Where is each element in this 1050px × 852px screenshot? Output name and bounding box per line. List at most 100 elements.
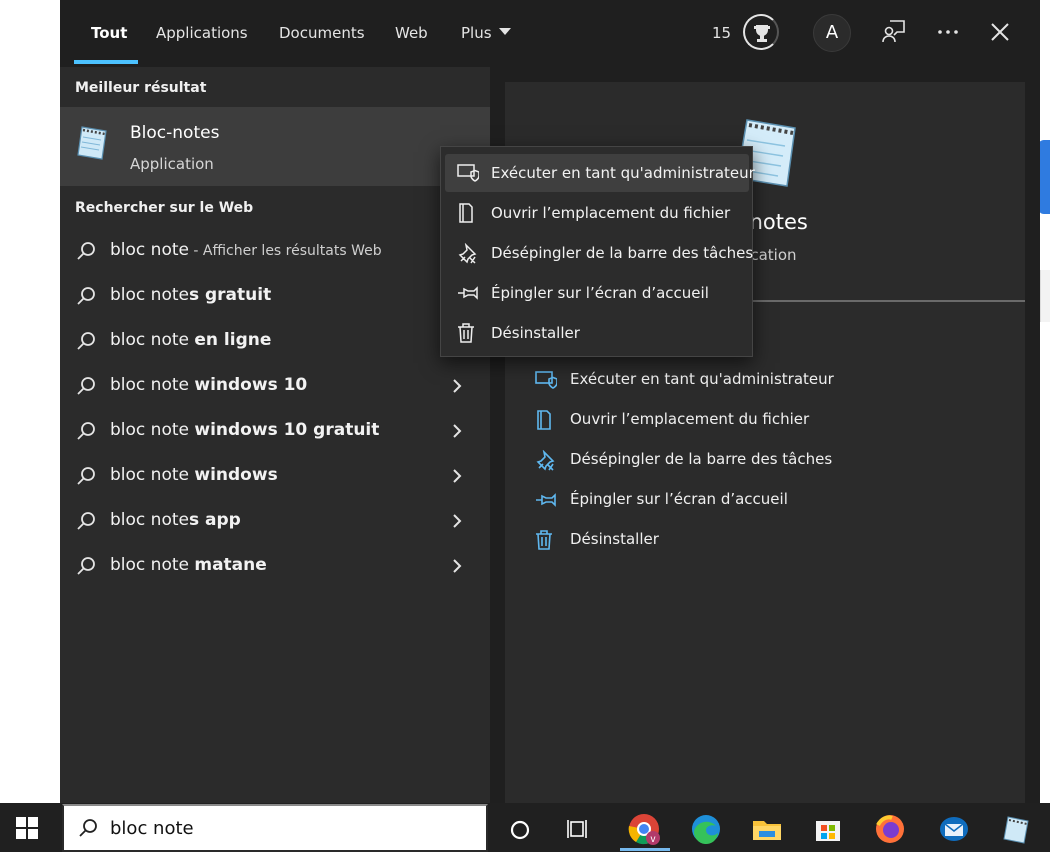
close-icon[interactable] xyxy=(987,18,1017,48)
run-as-admin-shield-icon xyxy=(535,370,558,394)
suggestion-bold-text: windows 10 gratuit xyxy=(194,420,380,440)
tab-documents[interactable]: Documents xyxy=(279,0,365,67)
cortana-icon[interactable] xyxy=(500,809,540,849)
context-pin-start[interactable]: Épingler sur l’écran d’accueil xyxy=(445,274,749,312)
suggestion-bold-text: windows 10 xyxy=(194,375,308,395)
context-uninstall[interactable]: Désinstaller xyxy=(445,314,749,352)
context-unpin-taskbar[interactable]: Désépingler de la barre des tâches xyxy=(445,234,753,272)
context-label: Épingler sur l’écran d’accueil xyxy=(491,284,709,302)
context-label: Désinstaller xyxy=(491,324,580,342)
action-label: Ouvrir l’emplacement du fichier xyxy=(570,410,810,428)
suggestion-bold-text: en ligne xyxy=(194,330,272,350)
pin-start-icon xyxy=(457,283,479,307)
web-suggestion-item[interactable]: bloc notes app xyxy=(60,499,490,544)
suggestion-text: bloc note xyxy=(110,375,195,395)
trash-icon xyxy=(457,323,475,347)
tab-more[interactable]: Plus xyxy=(461,0,511,67)
search-icon xyxy=(76,511,96,535)
chevron-right-icon[interactable] xyxy=(450,557,464,579)
background-window-fragment xyxy=(1040,270,1050,322)
search-icon xyxy=(76,241,96,265)
chrome-icon[interactable]: v xyxy=(624,809,664,849)
context-menu: Exécuter en tant qu'administrateur Ouvri… xyxy=(440,146,755,357)
context-label: Désépingler de la barre des tâches xyxy=(491,244,754,262)
search-input[interactable]: bloc note xyxy=(110,818,194,839)
reward-points-count: 15 xyxy=(712,24,732,42)
chevron-right-icon[interactable] xyxy=(450,377,464,399)
web-suggestion-item[interactable]: bloc note - Afficher les résultats Web xyxy=(60,229,490,274)
suggestion-text: bloc note xyxy=(110,465,195,485)
action-label: Désépingler de la barre des tâches xyxy=(570,450,833,468)
rewards-trophy-icon[interactable] xyxy=(743,14,779,50)
taskbar-search-box[interactable]: bloc note xyxy=(62,804,488,852)
web-suggestion-item[interactable]: bloc note windows xyxy=(60,454,490,499)
search-tab-bar: Tout Applications Documents Web Plus 15 … xyxy=(60,0,1040,67)
suggestion-text: bloc note xyxy=(110,330,195,350)
trash-icon xyxy=(535,530,553,554)
pin-start-icon xyxy=(535,490,557,514)
suggestion-text: bloc note xyxy=(110,420,195,440)
best-match-type: Application xyxy=(130,155,214,173)
unpin-taskbar-icon xyxy=(457,242,479,269)
action-label: Épingler sur l’écran d’accueil xyxy=(570,490,788,508)
avatar[interactable]: A xyxy=(813,14,851,52)
chevron-down-icon xyxy=(498,28,511,35)
chevron-right-icon[interactable] xyxy=(450,422,464,444)
best-match-item[interactable]: Bloc-notes Application xyxy=(60,107,490,186)
notepad-icon[interactable] xyxy=(996,809,1036,849)
action-pin-start[interactable]: Épingler sur l’écran d’accueil xyxy=(535,480,995,520)
file-explorer-icon[interactable] xyxy=(747,809,787,849)
search-icon xyxy=(76,421,96,445)
action-run-as-admin[interactable]: Exécuter en tant qu'administrateur xyxy=(535,360,995,400)
suggestion-bold-text: s gratuit xyxy=(188,285,272,305)
edge-icon[interactable] xyxy=(686,809,726,849)
search-icon xyxy=(76,286,96,310)
tab-all[interactable]: Tout xyxy=(91,0,127,67)
microsoft-store-icon[interactable] xyxy=(808,809,848,849)
suggestion-text: bloc note xyxy=(110,510,189,530)
open-file-location-icon xyxy=(535,410,555,434)
mail-icon[interactable] xyxy=(934,809,974,849)
chevron-right-icon[interactable] xyxy=(450,512,464,534)
open-file-location-icon xyxy=(457,203,477,227)
tab-applications[interactable]: Applications xyxy=(156,0,248,67)
context-run-as-admin[interactable]: Exécuter en tant qu'administrateur xyxy=(445,154,755,192)
suggestion-text: bloc note xyxy=(110,240,189,260)
web-suggestion-item[interactable]: bloc note windows 10 gratuit xyxy=(60,409,490,454)
action-label: Désinstaller xyxy=(570,530,659,548)
active-app-indicator xyxy=(620,848,670,851)
chevron-right-icon[interactable] xyxy=(450,467,464,489)
taskbar: bloc note v xyxy=(0,803,1050,852)
action-label: Exécuter en tant qu'administrateur xyxy=(570,370,834,388)
search-icon xyxy=(78,818,98,842)
windows-start-icon[interactable] xyxy=(16,817,38,843)
tab-more-label: Plus xyxy=(461,24,492,42)
action-uninstall[interactable]: Désinstaller xyxy=(535,520,995,560)
more-options-icon[interactable] xyxy=(935,18,965,48)
search-icon xyxy=(76,556,96,580)
suggestion-bold-text: matane xyxy=(194,555,267,575)
action-open-file-location[interactable]: Ouvrir l’emplacement du fichier xyxy=(535,400,995,440)
tab-web[interactable]: Web xyxy=(395,0,428,67)
context-open-file-location[interactable]: Ouvrir l’emplacement du fichier xyxy=(445,194,749,232)
notepad-app-icon xyxy=(74,121,114,165)
preview-divider xyxy=(742,300,1025,302)
unpin-taskbar-icon xyxy=(535,449,557,476)
suggestion-text: bloc note xyxy=(110,285,189,305)
best-match-heading: Meilleur résultat xyxy=(75,80,207,96)
suggestion-bold-text: s app xyxy=(188,510,241,530)
web-suggestion-item[interactable]: bloc note windows 10 xyxy=(60,364,490,409)
firefox-icon[interactable] xyxy=(870,809,910,849)
task-view-icon[interactable] xyxy=(558,809,598,849)
web-suggestion-item[interactable]: bloc notes gratuit xyxy=(60,274,490,319)
search-panel: Tout Applications Documents Web Plus 15 … xyxy=(60,0,1040,803)
context-label: Exécuter en tant qu'administrateur xyxy=(491,164,755,182)
web-suggestion-item[interactable]: bloc note en ligne xyxy=(60,319,490,364)
action-unpin-taskbar[interactable]: Désépingler de la barre des tâches xyxy=(535,440,995,480)
suggestion-text: bloc note xyxy=(110,555,195,575)
active-tab-indicator xyxy=(74,60,138,64)
feedback-icon[interactable] xyxy=(881,18,911,48)
results-list: Meilleur résultat Bloc-notes Application… xyxy=(60,67,490,803)
search-icon xyxy=(76,331,96,355)
web-suggestion-item[interactable]: bloc note matane xyxy=(60,544,490,589)
